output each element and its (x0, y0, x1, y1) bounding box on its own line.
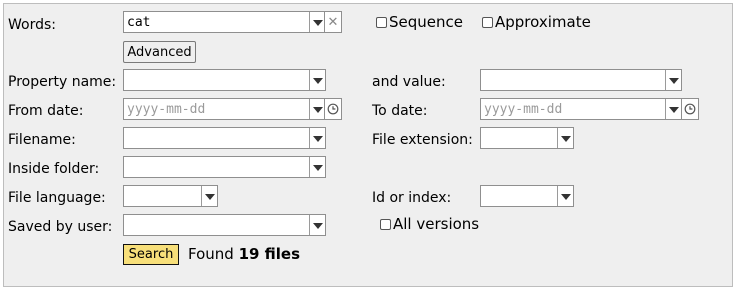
property-value-input[interactable] (481, 70, 664, 90)
file-extension-label: File extension: (372, 132, 473, 148)
file-extension-input[interactable] (481, 128, 556, 148)
words-input[interactable] (124, 12, 308, 32)
chevron-down-icon[interactable] (309, 99, 325, 119)
property-name-input[interactable] (124, 70, 308, 90)
sequence-checkbox-box[interactable] (376, 16, 387, 28)
filename-combo[interactable] (123, 127, 326, 149)
to-date-picker-button[interactable] (681, 98, 699, 120)
from-date-combo[interactable] (123, 98, 326, 120)
all-versions-checkbox-box[interactable] (380, 218, 391, 230)
chevron-down-icon[interactable] (309, 215, 325, 235)
chevron-down-icon[interactable] (309, 157, 325, 177)
inside-folder-combo[interactable] (123, 156, 326, 178)
clock-icon (684, 103, 696, 115)
property-name-label: Property name: (8, 74, 117, 90)
chevron-down-icon[interactable] (309, 12, 325, 32)
id-or-index-input[interactable] (481, 186, 556, 206)
property-value-combo[interactable] (480, 69, 682, 91)
to-date-input[interactable] (481, 99, 664, 119)
filename-input[interactable] (124, 128, 308, 148)
chevron-down-icon[interactable] (309, 128, 325, 148)
chevron-down-icon[interactable] (665, 70, 681, 90)
to-date-label: To date: (372, 103, 428, 119)
from-date-label: From date: (8, 103, 84, 119)
advanced-button[interactable]: Advanced (123, 41, 196, 63)
sequence-checkbox[interactable]: Sequence (376, 13, 463, 31)
all-versions-label: All versions (393, 215, 480, 233)
result-status: Found 19 files (188, 245, 300, 263)
property-name-combo[interactable] (123, 69, 326, 91)
to-date-combo[interactable] (480, 98, 682, 120)
from-date-input[interactable] (124, 99, 308, 119)
clock-icon (327, 103, 339, 115)
chevron-down-icon[interactable] (201, 186, 217, 206)
chevron-down-icon[interactable] (309, 70, 325, 90)
inside-folder-label: Inside folder: (8, 161, 100, 177)
from-date-picker-button[interactable] (324, 98, 342, 120)
file-language-input[interactable] (124, 186, 200, 206)
chevron-down-icon[interactable] (557, 186, 573, 206)
words-label: Words: (8, 17, 56, 33)
result-prefix: Found (188, 245, 239, 263)
chevron-down-icon[interactable] (557, 128, 573, 148)
chevron-down-icon[interactable] (665, 99, 681, 119)
id-or-index-combo[interactable] (480, 185, 574, 207)
saved-by-user-input[interactable] (124, 215, 308, 235)
file-extension-combo[interactable] (480, 127, 574, 149)
inside-folder-input[interactable] (124, 157, 308, 177)
id-or-index-label: Id or index: (372, 190, 452, 206)
file-language-label: File language: (8, 190, 106, 206)
saved-by-user-label: Saved by user: (8, 219, 113, 235)
search-button[interactable]: Search (123, 244, 179, 265)
all-versions-checkbox[interactable]: All versions (380, 215, 479, 233)
result-suffix: files (259, 245, 301, 263)
close-icon: ✕ (327, 14, 339, 30)
search-panel (3, 3, 733, 287)
approximate-label: Approximate (495, 13, 591, 31)
approximate-checkbox[interactable]: Approximate (482, 13, 591, 31)
words-combo[interactable] (123, 11, 326, 33)
and-value-label: and value: (372, 74, 446, 90)
file-language-combo[interactable] (123, 185, 218, 207)
clear-words-button[interactable]: ✕ (324, 11, 342, 33)
approximate-checkbox-box[interactable] (482, 16, 493, 28)
filename-label: Filename: (8, 132, 76, 148)
result-count: 19 (238, 245, 260, 263)
saved-by-user-combo[interactable] (123, 214, 326, 236)
sequence-label: Sequence (389, 13, 463, 31)
